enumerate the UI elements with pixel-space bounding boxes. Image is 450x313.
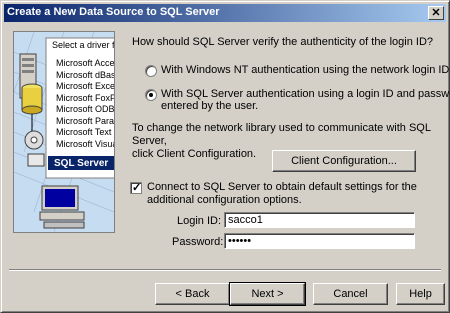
driver-item: Microsoft ODBC — [56, 104, 115, 114]
help-button[interactable]: Help — [396, 283, 445, 305]
check-icon: ✓ — [132, 182, 142, 194]
selected-driver: SQL Server — [54, 158, 109, 169]
footer-separator — [9, 269, 441, 271]
back-button[interactable]: < Back — [155, 283, 230, 305]
password-field[interactable]: •••••• — [224, 233, 415, 249]
title-bar[interactable]: Create a New Data Source to SQL Server ✕ — [4, 4, 446, 22]
driver-list: Microsoft Access D Microsoft dBase D Mic… — [56, 58, 115, 150]
radio-sql-auth[interactable]: With SQL Server authentication using a l… — [145, 88, 450, 116]
connect-checkbox-label: Connect to SQL Server to obtain default … — [147, 181, 437, 207]
driver-item: Microsoft Access D — [56, 58, 115, 68]
close-button[interactable]: ✕ — [428, 6, 444, 20]
radio-nt-auth-button[interactable] — [145, 65, 157, 77]
driver-item: Microsoft Excel D — [56, 81, 115, 91]
driver-item: Microsoft dBase D — [56, 69, 114, 80]
driver-item: Microsoft Text — [56, 127, 112, 137]
login-id-field[interactable]: sacco1 — [224, 212, 415, 228]
connect-checkbox-label-line1: Connect to SQL Server to obtain default … — [147, 181, 417, 193]
radio-sql-auth-label-line2: entered by the user. — [161, 100, 259, 112]
cancel-button[interactable]: Cancel — [313, 283, 388, 305]
auth-question: How should SQL Server verify the authent… — [132, 36, 434, 48]
password-label: Password: — [172, 236, 224, 248]
driver-item: Microsoft Visual — [56, 138, 115, 149]
driver-item: Microsoft FoxPro — [56, 92, 114, 103]
radio-nt-auth-label: With Windows NT authentication using the… — [161, 64, 450, 76]
login-id-label: Login ID: — [177, 215, 222, 227]
driver-list-header: Select a driver for — [52, 40, 115, 50]
client-configuration-button[interactable]: Client Configuration... — [272, 150, 416, 172]
dialog-window: Create a New Data Source to SQL Server ✕ — [0, 0, 450, 313]
connect-checkbox-label-line2: additional configuration options. — [147, 194, 302, 206]
window-title: Create a New Data Source to SQL Server — [7, 6, 220, 18]
close-icon: ✕ — [431, 7, 441, 19]
driver-item: Microsoft Paradox — [56, 115, 115, 126]
radio-sql-auth-button[interactable] — [145, 89, 157, 101]
radio-nt-auth[interactable]: With Windows NT authentication using the… — [145, 64, 450, 78]
next-button[interactable]: Next > — [229, 282, 306, 306]
connect-checkbox[interactable]: ✓ — [130, 182, 142, 194]
wizard-illustration: Select a driver for Microsoft Access D M… — [13, 31, 115, 233]
network-info-line1: To change the network library used to co… — [132, 122, 431, 147]
